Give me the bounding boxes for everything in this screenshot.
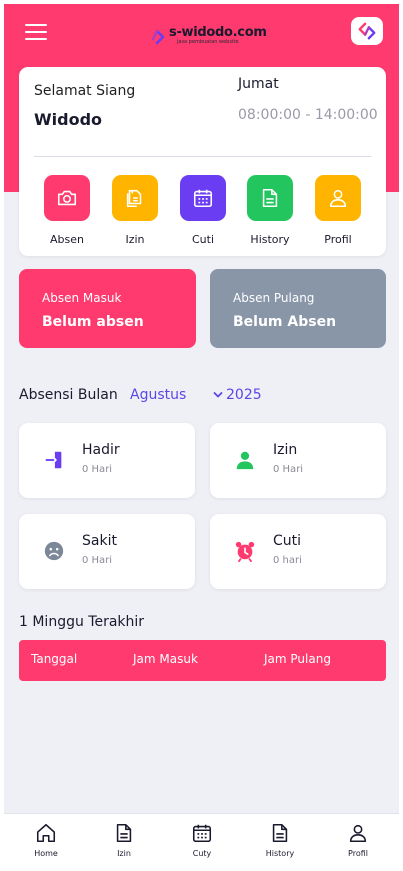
menu-item-cuti[interactable]: Cuti: [173, 175, 233, 246]
menu-label: Izin: [125, 233, 145, 246]
camera-icon: [57, 190, 77, 206]
alarm-clock-icon: [235, 541, 255, 562]
document-icon: [262, 188, 278, 208]
logo-subtitle: jasa pembuatan website: [177, 38, 239, 45]
clock-in-title: Absen Masuk: [42, 291, 122, 305]
nav-item-history[interactable]: History: [250, 822, 310, 858]
menu-label: Cuti: [191, 233, 215, 246]
stat-value: 0 Hari: [82, 464, 113, 475]
nav-item-izin[interactable]: Izin: [94, 822, 154, 858]
home-icon: [36, 823, 56, 843]
chevron-down-icon: [213, 392, 223, 398]
app-screen: s-widodo.com jasa pembuatan website Sela…: [4, 4, 399, 867]
monthly-section-title: Absensi Bulan: [19, 387, 118, 403]
greeting-card: Selamat Siang Widodo Jumat 08:00:00 - 14…: [19, 67, 386, 256]
day-name: Jumat: [238, 76, 279, 92]
calendar-icon: [193, 189, 213, 208]
column-header: Jam Pulang: [264, 652, 331, 666]
stat-card-cuti: Cuti 0 hari: [210, 514, 386, 589]
stat-label: Cuti: [273, 533, 302, 549]
logo-mark-icon: [145, 25, 165, 45]
menu-label: Absen: [50, 233, 84, 246]
nav-item-cuty[interactable]: Cuty: [172, 822, 232, 858]
nav-item-home[interactable]: Home: [16, 822, 76, 858]
menu-item-izin[interactable]: Izin: [105, 175, 165, 246]
logo-mark-icon: [358, 22, 376, 40]
weekly-section-title: 1 Minggu Terakhir: [19, 614, 145, 630]
app-logo-button[interactable]: [351, 17, 383, 45]
nav-label: Profil: [348, 849, 368, 858]
stat-label: Sakit: [82, 533, 117, 549]
user-name: Widodo: [34, 110, 103, 129]
divider: [34, 156, 371, 157]
menu-tile: [180, 175, 226, 221]
document-icon: [116, 823, 132, 843]
year-value: 2025: [226, 387, 262, 403]
menu-tile: [315, 175, 361, 221]
login-icon: [45, 451, 62, 469]
stat-label: Hadir: [82, 442, 120, 458]
menu-item-profil[interactable]: Profil: [308, 175, 368, 246]
logo-title: s-widodo.com: [169, 24, 267, 40]
document-icon: [272, 823, 288, 843]
month-selector[interactable]: Agustus: [130, 387, 186, 403]
stat-card-izin: Izin 0 Hari: [210, 423, 386, 498]
clock-out-status: Belum Absen: [233, 314, 337, 330]
weekly-table-header: Tanggal Jam Masuk Jam Pulang: [19, 640, 386, 681]
stat-card-hadir: Hadir 0 Hari: [19, 423, 195, 498]
stat-value: 0 hari: [273, 555, 302, 566]
user-icon: [329, 189, 347, 208]
documents-icon: [126, 189, 142, 208]
sad-face-icon: [44, 541, 64, 561]
menu-item-history[interactable]: History: [240, 175, 300, 246]
menu-label: Profil: [324, 233, 352, 246]
stat-value: 0 Hari: [82, 555, 113, 566]
calendar-icon: [192, 824, 212, 843]
menu-tile: [247, 175, 293, 221]
menu-tile: [112, 175, 158, 221]
menu-tile: [44, 175, 90, 221]
hamburger-menu-icon[interactable]: [25, 24, 47, 42]
clock-in-status: Belum absen: [42, 314, 144, 330]
column-header: Jam Masuk: [133, 652, 198, 666]
working-hours: 08:00:00 - 14:00:00: [238, 107, 378, 123]
user-icon: [349, 824, 367, 843]
clock-out-title: Absen Pulang: [233, 291, 315, 305]
nav-label: Home: [34, 849, 58, 858]
stat-value: 0 Hari: [273, 464, 304, 475]
brand-logo: s-widodo.com jasa pembuatan website: [144, 20, 267, 50]
nav-item-profil[interactable]: Profil: [328, 822, 388, 858]
greeting-text: Selamat Siang: [34, 83, 136, 99]
menu-label: History: [250, 233, 290, 246]
nav-label: Izin: [117, 849, 131, 858]
nav-label: Cuty: [192, 849, 212, 858]
year-selector[interactable]: 2025: [213, 387, 262, 403]
bottom-navigation: Home Izin Cuty History Profil: [4, 813, 399, 867]
column-header: Tanggal: [31, 652, 78, 666]
stat-label: Izin: [273, 442, 298, 458]
user-icon: [236, 451, 254, 470]
nav-label: History: [265, 849, 295, 858]
menu-item-absen[interactable]: Absen: [37, 175, 97, 246]
clock-out-card[interactable]: Absen Pulang Belum Absen: [210, 269, 386, 348]
stat-card-sakit: Sakit 0 Hari: [19, 514, 195, 589]
clock-in-card[interactable]: Absen Masuk Belum absen: [19, 269, 196, 348]
